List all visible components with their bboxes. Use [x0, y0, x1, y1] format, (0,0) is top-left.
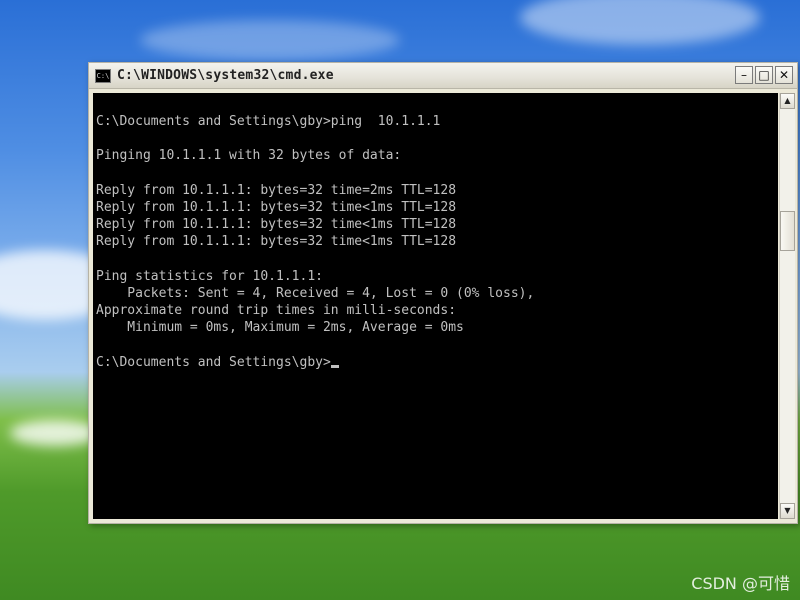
- console-line: Reply from 10.1.1.1: bytes=32 time=2ms T…: [96, 182, 457, 198]
- console-line: Approximate round trip times in milli-se…: [96, 303, 457, 319]
- close-button[interactable]: ✕: [775, 66, 793, 84]
- cmd-window[interactable]: C:\ C:\WINDOWS\system32\cmd.exe – □ ✕ C:…: [88, 62, 798, 524]
- console-line: Pinging 10.1.1.1 with 32 bytes of data:: [96, 148, 402, 164]
- console-line: C:\Documents and Settings\gby>ping 10.1.…: [96, 114, 441, 129]
- console-text: C:\Documents and Settings\gby>ping 10.1.…: [96, 114, 534, 335]
- cloud: [520, 0, 760, 45]
- console-line: Ping statistics for 10.1.1.1:: [96, 268, 323, 284]
- arrow-down-icon: ▼: [784, 506, 791, 515]
- console-output[interactable]: C:\Documents and Settings\gby>ping 10.1.…: [93, 93, 778, 519]
- console-line: Reply from 10.1.1.1: bytes=32 time<1ms T…: [96, 217, 457, 233]
- close-icon: ✕: [778, 68, 790, 82]
- scroll-thumb[interactable]: [780, 211, 795, 251]
- minimize-button[interactable]: –: [735, 66, 753, 84]
- vertical-scrollbar[interactable]: ▲ ▼: [779, 93, 795, 519]
- text-cursor: [330, 364, 339, 368]
- maximize-button[interactable]: □: [755, 66, 773, 84]
- console-line: Reply from 10.1.1.1: bytes=32 time<1ms T…: [96, 234, 457, 250]
- cloud: [140, 20, 400, 60]
- scroll-down-button[interactable]: ▼: [780, 503, 795, 519]
- scroll-up-button[interactable]: ▲: [780, 93, 795, 109]
- title-bar[interactable]: C:\ C:\WINDOWS\system32\cmd.exe – □ ✕: [89, 63, 797, 89]
- console-line: Reply from 10.1.1.1: bytes=32 time<1ms T…: [96, 200, 457, 216]
- window-controls: – □ ✕: [735, 66, 793, 84]
- minimize-icon: –: [741, 68, 747, 82]
- cmd-icon[interactable]: C:\: [95, 68, 111, 83]
- window-title: C:\WINDOWS\system32\cmd.exe: [117, 68, 334, 83]
- console-line: Minimum = 0ms, Maximum = 2ms, Average = …: [127, 320, 464, 336]
- command-prompt: C:\Documents and Settings\gby>: [96, 354, 331, 370]
- console-line: Packets: Sent = 4, Received = 4, Lost = …: [127, 286, 535, 302]
- arrow-up-icon: ▲: [784, 96, 791, 105]
- cloud: [10, 420, 100, 446]
- maximize-icon: □: [758, 68, 770, 82]
- watermark: CSDN @可惜: [691, 574, 790, 593]
